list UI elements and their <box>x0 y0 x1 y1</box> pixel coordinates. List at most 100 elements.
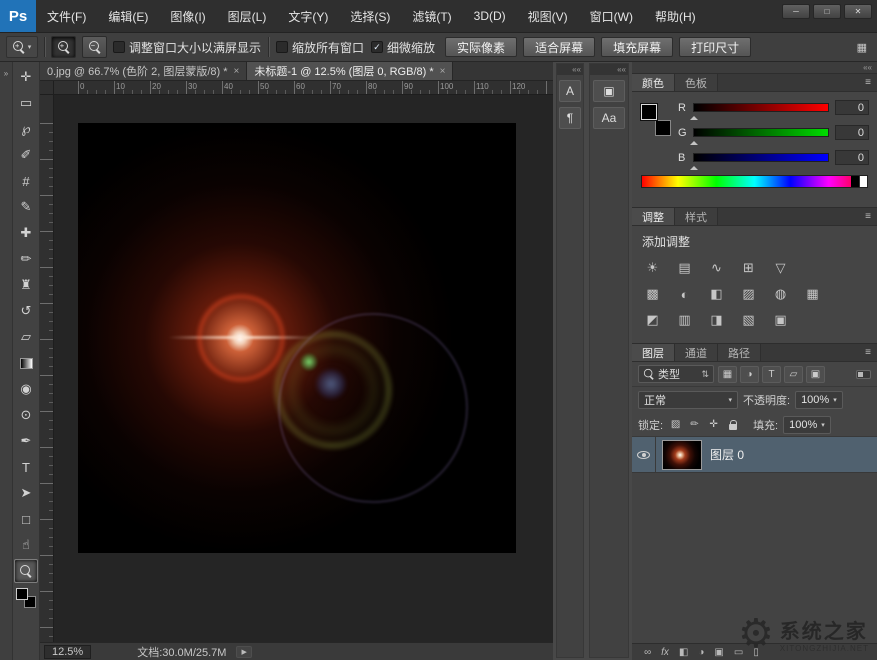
checkbox[interactable] <box>113 41 125 53</box>
color-spectrum-ramp[interactable] <box>641 175 868 188</box>
lasso-tool[interactable]: ℘ <box>14 117 38 141</box>
invert-icon[interactable]: ◩ <box>642 311 663 329</box>
tab-close-icon[interactable]: × <box>440 66 446 77</box>
zoom-in-button[interactable]: + <box>51 36 76 58</box>
menu-item[interactable]: 图层(L) <box>217 0 278 32</box>
document-tab[interactable]: 0.jpg @ 66.7% (色阶 2, 图层蒙版/8) *× <box>40 62 247 80</box>
gradient-map-icon[interactable]: ▧ <box>738 311 759 329</box>
blend-mode-select[interactable]: 正常 ▾ <box>638 391 738 409</box>
dock-collapse-icon[interactable]: «« <box>557 64 583 75</box>
channel-slider[interactable] <box>693 128 829 137</box>
current-tool-preset[interactable]: + ▾ <box>6 36 38 58</box>
dock-collapse-button[interactable]: «« <box>632 62 877 73</box>
zoom-out-button[interactable]: − <box>82 36 107 58</box>
panel-tab[interactable]: 路径 <box>718 344 761 361</box>
eyedropper-tool[interactable]: ✎ <box>14 195 38 219</box>
panel-menu-icon[interactable]: ≡ <box>859 74 877 91</box>
channel-value-field[interactable]: 0 <box>835 150 869 165</box>
canvas-area[interactable] <box>54 95 553 642</box>
filter-type-layers-icon[interactable]: T <box>762 366 781 383</box>
posterize-icon[interactable]: ▥ <box>674 311 695 329</box>
healing-brush-tool[interactable]: ✚ <box>14 221 38 245</box>
exposure-icon[interactable]: ⊞ <box>738 259 759 277</box>
history-brush-tool[interactable]: ↺ <box>14 299 38 323</box>
maximize-button[interactable]: □ <box>813 4 841 19</box>
panel-menu-icon[interactable]: ≡ <box>859 208 877 225</box>
layer-visibility-toggle[interactable] <box>632 437 656 472</box>
menu-item[interactable]: 选择(S) <box>339 0 401 32</box>
delete-layer-icon[interactable]: ▯ <box>753 647 759 658</box>
panel-tab[interactable]: 样式 <box>675 208 718 225</box>
new-adjustment-layer-icon[interactable]: ◑ <box>698 647 704 658</box>
zoom-tool[interactable] <box>14 559 38 583</box>
selective-color-icon[interactable]: ▣ <box>770 311 791 329</box>
paragraph-panel-icon[interactable]: ¶ <box>559 107 581 129</box>
brush-tool[interactable]: ✏ <box>14 247 38 271</box>
channel-slider[interactable] <box>693 153 829 162</box>
photo-filter-icon[interactable]: ▨ <box>738 285 759 303</box>
foreground-color-swatch[interactable] <box>641 104 657 120</box>
options-button[interactable]: 实际像素 <box>445 37 517 57</box>
slider-pointer-icon[interactable] <box>690 137 698 145</box>
panel-menu-icon[interactable]: ≡ <box>859 344 877 361</box>
channel-slider[interactable] <box>693 103 829 112</box>
panel-tab[interactable]: 调整 <box>632 208 675 225</box>
dodge-tool[interactable]: ⊙ <box>14 403 38 427</box>
foreground-color-swatch[interactable] <box>16 588 28 600</box>
menu-item[interactable]: 文字(Y) <box>277 0 339 32</box>
hue-saturation-icon[interactable]: ▩ <box>642 285 663 303</box>
color-lookup-icon[interactable]: ▦ <box>802 285 823 303</box>
white-swatch[interactable] <box>859 176 868 187</box>
threshold-icon[interactable]: ◨ <box>706 311 727 329</box>
pen-tool[interactable]: ✒ <box>14 429 38 453</box>
tab-close-icon[interactable]: × <box>234 66 240 77</box>
minimize-button[interactable]: ─ <box>782 4 810 19</box>
new-group-icon[interactable]: ▣ <box>714 647 723 658</box>
path-selection-tool[interactable]: ➤ <box>14 481 38 505</box>
checkbox[interactable] <box>276 41 288 53</box>
filter-adjustment-layers-icon[interactable]: ◑ <box>740 366 759 383</box>
menu-item[interactable]: 图像(I) <box>159 0 216 32</box>
background-color-swatch[interactable] <box>655 120 671 136</box>
menu-item[interactable]: 编辑(E) <box>97 0 159 32</box>
panel-tab[interactable]: 颜色 <box>632 74 675 91</box>
channel-value-field[interactable]: 0 <box>835 100 869 115</box>
link-layers-icon[interactable]: ∞ <box>644 647 651 658</box>
clone-stamp-tool[interactable]: ♜ <box>14 273 38 297</box>
canvas-image[interactable] <box>78 123 516 553</box>
menu-item[interactable]: 文件(F) <box>36 0 97 32</box>
workspace-panel-icon[interactable]: ▦ <box>857 41 871 54</box>
checkbox[interactable]: ✓ <box>371 41 383 53</box>
tools-collapse-strip[interactable]: » <box>0 62 13 660</box>
brightness-contrast-icon[interactable]: ☀ <box>642 259 663 277</box>
slider-pointer-icon[interactable] <box>690 162 698 170</box>
channel-mixer-icon[interactable]: ◍ <box>770 285 791 303</box>
color-balance-icon[interactable]: ◐ <box>674 285 695 303</box>
black-swatch[interactable] <box>851 176 859 187</box>
lock-transparency-icon[interactable]: ▨ <box>668 417 683 432</box>
opacity-select[interactable]: 100% ▾ <box>795 391 843 409</box>
type-tool[interactable]: T <box>14 455 38 479</box>
ps-logo[interactable]: Ps <box>0 0 36 32</box>
eraser-tool[interactable]: ▱ <box>14 325 38 349</box>
filter-smart-objects-icon[interactable]: ▣ <box>806 366 825 383</box>
layer-filter-type-combo[interactable]: 类型 ⇅ <box>638 365 714 383</box>
add-mask-icon[interactable]: ◧ <box>679 647 688 658</box>
menu-item[interactable]: 帮助(H) <box>644 0 707 32</box>
crop-tool[interactable]: # <box>14 169 38 193</box>
paragraph-styles-panel-icon[interactable]: Aa <box>593 107 625 129</box>
menu-item[interactable]: 窗口(W) <box>579 0 644 32</box>
rectangle-tool[interactable]: □ <box>14 507 38 531</box>
menu-item[interactable]: 3D(D) <box>463 0 517 32</box>
gradient-tool[interactable] <box>14 351 38 375</box>
curves-icon[interactable]: ∿ <box>706 259 727 277</box>
character-panel-icon[interactable]: A <box>559 80 581 102</box>
dock-collapse-icon[interactable]: «« <box>590 64 628 75</box>
blur-tool[interactable]: ◉ <box>14 377 38 401</box>
zoom-level-field[interactable]: 12.5% <box>44 645 91 659</box>
layer-filter-toggle[interactable] <box>856 370 871 379</box>
layer-row[interactable]: 图层 0 <box>632 437 877 473</box>
lock-all-icon[interactable] <box>725 417 740 432</box>
vibrance-icon[interactable]: ▽ <box>770 259 791 277</box>
quick-selection-tool[interactable]: ✐ <box>14 143 38 167</box>
